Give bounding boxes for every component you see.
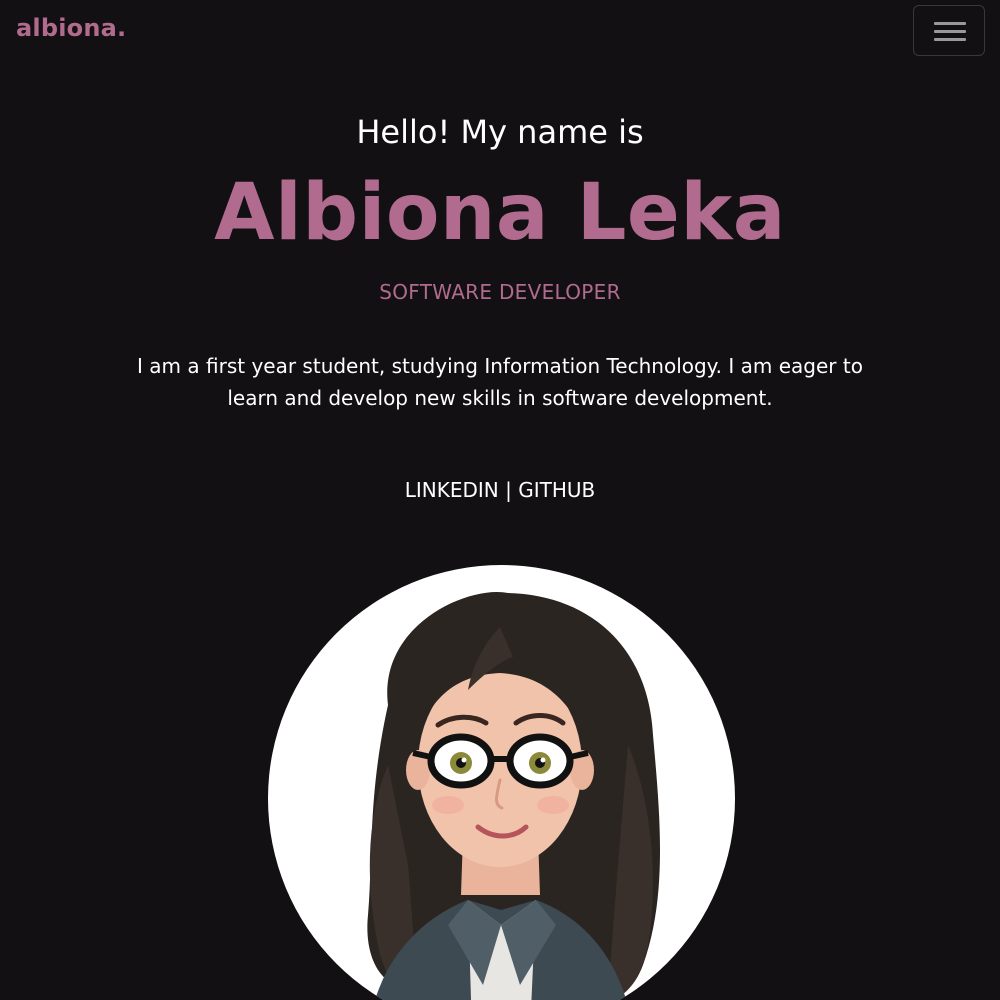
- github-link[interactable]: GITHUB: [518, 478, 595, 502]
- hero-role: SOFTWARE DEVELOPER: [379, 280, 621, 304]
- brand-logo-link[interactable]: albiona.: [16, 14, 126, 42]
- hero-name: Albiona Leka: [214, 168, 786, 258]
- page: albiona. Hello! My name is Albiona Leka …: [0, 0, 1000, 1000]
- hero-bio: I am a first year student, studying Info…: [137, 354, 863, 410]
- links-separator: |: [498, 478, 519, 502]
- avatar-illustration: [367, 591, 661, 1000]
- menu-toggle-button[interactable]: [913, 5, 985, 56]
- social-links: LINKEDIN | GITHUB: [0, 478, 1000, 502]
- linkedin-link[interactable]: LINKEDIN: [405, 478, 499, 502]
- avatar-image: [268, 565, 735, 1000]
- hero-greeting: Hello! My name is: [356, 113, 644, 151]
